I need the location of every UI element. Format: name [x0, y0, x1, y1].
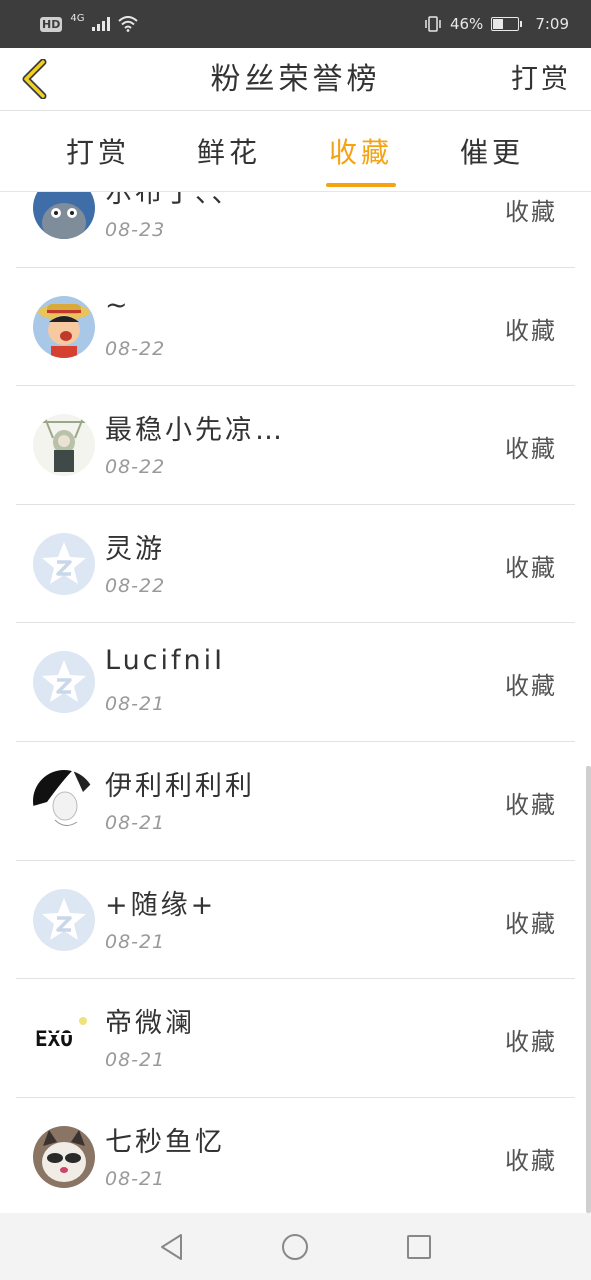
avatar[interactable] — [33, 532, 95, 595]
tab-reward[interactable]: 打赏 — [38, 111, 158, 192]
fan-name: ~ — [105, 289, 131, 321]
reward-button[interactable]: 打赏 — [511, 48, 571, 111]
top-nav: 粉丝荣誉榜 打赏 — [0, 48, 591, 111]
avatar[interactable] — [33, 769, 95, 832]
favorite-label: 收藏 — [505, 909, 557, 938]
favorite-label: 收藏 — [505, 1146, 557, 1175]
avatar[interactable] — [33, 295, 95, 358]
signal-icon — [92, 17, 111, 31]
back-triangle-icon — [160, 1233, 182, 1260]
tab-label: 收藏 — [328, 136, 393, 169]
scrollbar[interactable] — [586, 766, 591, 1213]
system-home-button[interactable] — [277, 1229, 313, 1265]
network-type: 4G — [70, 12, 85, 24]
avatar[interactable] — [33, 888, 95, 951]
favorite-label: 收藏 — [505, 1028, 557, 1057]
system-nav-bar — [0, 1213, 591, 1280]
fan-row[interactable]: 尔布丁、、 08-23 收藏 — [16, 192, 575, 268]
svg-text:EXO: EXO — [35, 1027, 73, 1051]
avatar[interactable]: EXO — [33, 1007, 95, 1070]
fan-name: 伊利利利利 — [105, 770, 255, 802]
fan-row[interactable]: 伊利利利利 08-21 收藏 — [16, 742, 575, 861]
fan-date: 08-23 — [105, 219, 166, 241]
fan-date: 08-22 — [105, 337, 166, 360]
fan-list[interactable]: 尔布丁、、 08-23 收藏 ~08-22 收藏 最稳小先凉… 08-22 收藏 灵游 08-22… — [0, 192, 591, 1213]
recents-square-icon — [407, 1234, 432, 1259]
tab-favorites[interactable]: 收藏 — [301, 111, 421, 192]
battery-icon — [491, 17, 523, 31]
favorite-label: 收藏 — [505, 672, 557, 701]
status-bar: HD 4G 46% 7:09 — [0, 0, 591, 48]
fan-name: 灵游 — [105, 533, 165, 565]
active-tab-indicator — [326, 183, 396, 187]
fan-row[interactable]: 灵游 08-22 收藏 — [16, 505, 575, 624]
fan-name: 帝微澜 — [105, 1008, 195, 1040]
vibrate-icon — [425, 16, 441, 32]
fan-name: 尔布丁、、 — [105, 192, 242, 209]
favorite-label: 收藏 — [505, 553, 557, 582]
avatar[interactable] — [33, 192, 95, 239]
tab-label: 打赏 — [65, 136, 130, 169]
fan-date: 08-21 — [105, 1049, 166, 1072]
system-recents-button[interactable] — [401, 1229, 437, 1265]
tab-flowers[interactable]: 鲜花 — [169, 111, 289, 192]
avatar[interactable] — [33, 1125, 95, 1188]
fan-name: LucifniI — [105, 645, 226, 677]
favorite-label: 收藏 — [505, 198, 557, 226]
fan-row[interactable]: +随缘+ 08-21 收藏 — [16, 861, 575, 980]
fan-name: 最稳小先凉… — [105, 415, 285, 447]
tab-bar: 打赏 鲜花 收藏 催更 — [0, 111, 591, 192]
favorite-label: 收藏 — [505, 790, 557, 819]
fan-date: 08-21 — [105, 693, 166, 716]
fan-date: 08-22 — [105, 574, 166, 597]
system-back-button[interactable] — [154, 1229, 190, 1265]
wifi-icon — [118, 16, 139, 32]
fan-name: +随缘+ — [105, 889, 217, 921]
tab-urge-update[interactable]: 催更 — [432, 111, 552, 192]
page-title: 粉丝荣誉榜 — [210, 62, 381, 97]
clock: 7:09 — [535, 15, 569, 33]
avatar[interactable] — [33, 651, 95, 714]
avatar[interactable] — [33, 414, 95, 477]
fan-name: 七秒鱼忆 — [105, 1126, 225, 1158]
fan-date: 08-21 — [105, 930, 166, 953]
fan-row[interactable]: LucifniI 08-21 收藏 — [16, 623, 575, 742]
fan-date: 08-21 — [105, 811, 166, 834]
status-left: HD 4G — [40, 12, 139, 32]
favorite-label: 收藏 — [505, 435, 557, 464]
favorite-label: 收藏 — [505, 316, 557, 345]
tab-label: 催更 — [459, 136, 524, 169]
status-right: 46% 7:09 — [424, 15, 569, 33]
battery-percent: 46% — [449, 15, 484, 33]
home-circle-icon — [282, 1233, 309, 1260]
fan-row[interactable]: ~08-22 收藏 — [16, 268, 575, 387]
fan-date: 08-21 — [105, 1167, 166, 1190]
tab-label: 鲜花 — [196, 136, 261, 169]
hd-badge: HD — [40, 16, 63, 32]
fan-row[interactable]: 最稳小先凉… 08-22 收藏 — [16, 386, 575, 505]
fan-row[interactable]: 七秒鱼忆 08-21 收藏 — [16, 1098, 575, 1213]
fan-date: 08-22 — [105, 456, 166, 479]
fan-row[interactable]: EXO 帝微澜 08-21 收藏 — [16, 979, 575, 1098]
